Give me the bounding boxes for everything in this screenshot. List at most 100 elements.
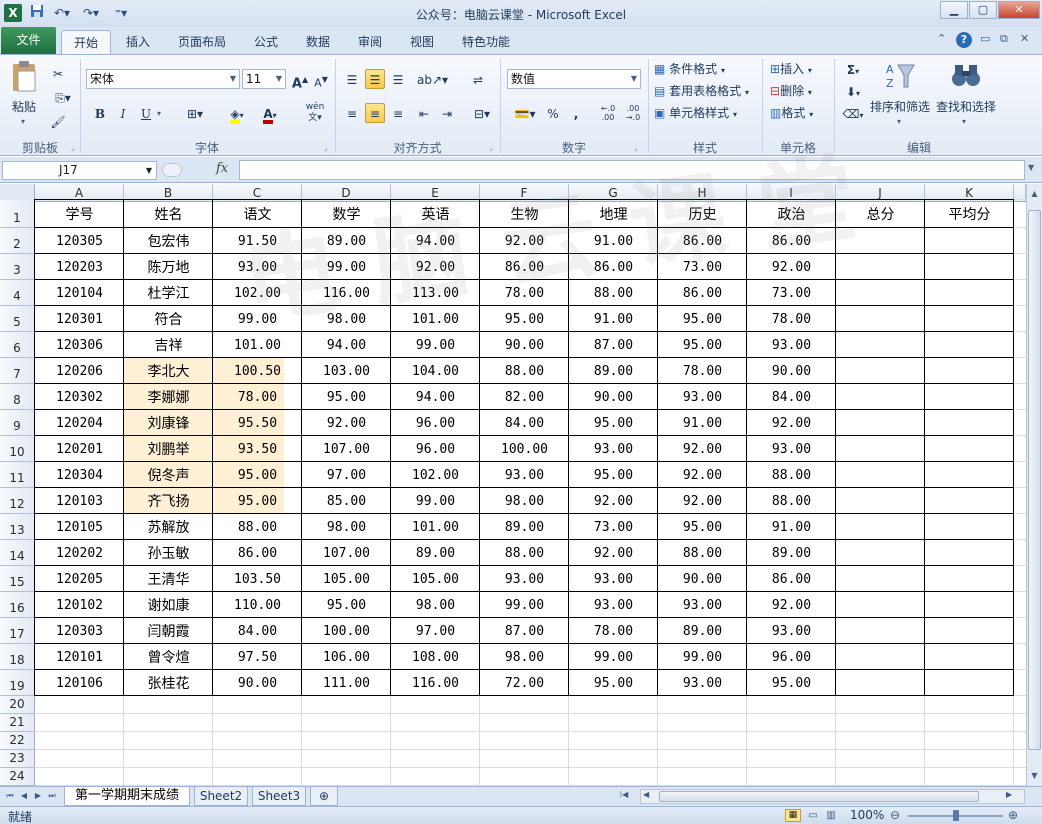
cell[interactable]: 88.00 bbox=[480, 358, 569, 384]
row-header[interactable]: 3 bbox=[0, 254, 35, 280]
expand-formula-bar-icon[interactable]: ▼ bbox=[1028, 163, 1034, 172]
align-center-icon[interactable]: ≡ bbox=[365, 103, 385, 123]
cell[interactable]: 孙玉敏 bbox=[124, 540, 213, 566]
cell[interactable]: 90.00 bbox=[658, 566, 747, 592]
cell[interactable]: 李北大 bbox=[124, 358, 213, 384]
zoom-in-icon[interactable]: ⊕ bbox=[1008, 808, 1018, 822]
cell[interactable]: 93.00 bbox=[747, 332, 836, 358]
formula-input[interactable] bbox=[239, 160, 1025, 180]
decrease-indent-icon[interactable]: ⇤ bbox=[414, 103, 434, 123]
decrease-decimal-button[interactable]: .00 →.0 bbox=[621, 103, 645, 123]
cell[interactable]: 地理 bbox=[569, 200, 658, 228]
cell[interactable]: 99.00 bbox=[391, 332, 480, 358]
cell[interactable]: 84.00 bbox=[747, 384, 836, 410]
cell[interactable]: 历史 bbox=[658, 200, 747, 228]
insert-sheet-icon[interactable]: ⊕ bbox=[310, 787, 338, 806]
vertical-scrollbar[interactable]: ▲ ▼ bbox=[1026, 184, 1042, 786]
cell[interactable]: 88.00 bbox=[213, 514, 302, 540]
cell[interactable]: 106.00 bbox=[302, 644, 391, 670]
cell[interactable]: 120206 bbox=[35, 358, 124, 384]
cell[interactable]: 73.00 bbox=[658, 254, 747, 280]
cell[interactable]: 95.00 bbox=[569, 462, 658, 488]
cell[interactable]: 闫朝霞 bbox=[124, 618, 213, 644]
cell[interactable]: 倪冬声 bbox=[124, 462, 213, 488]
cell[interactable]: 85.00 bbox=[302, 488, 391, 514]
cell[interactable]: 78.00 bbox=[747, 306, 836, 332]
collapse-ribbon-icon[interactable]: ⌃ bbox=[937, 32, 946, 45]
cell[interactable]: 93.00 bbox=[480, 462, 569, 488]
cell[interactable]: 苏解放 bbox=[124, 514, 213, 540]
cell[interactable]: 89.00 bbox=[658, 618, 747, 644]
find-select-icon[interactable] bbox=[948, 61, 984, 93]
cell[interactable]: 95.00 bbox=[480, 306, 569, 332]
cell[interactable]: 97.00 bbox=[391, 618, 480, 644]
row-header[interactable]: 24 bbox=[0, 768, 35, 786]
format-painter-icon[interactable]: 🖌 bbox=[48, 111, 68, 131]
cell[interactable]: 86.00 bbox=[747, 228, 836, 254]
cell[interactable]: 120105 bbox=[35, 514, 124, 540]
close-button[interactable]: ✕ bbox=[998, 1, 1040, 19]
cell[interactable]: 姓名 bbox=[124, 200, 213, 228]
cell[interactable]: 89.00 bbox=[569, 358, 658, 384]
row-header[interactable]: 7 bbox=[0, 358, 35, 384]
find-dropdown-icon[interactable]: ▾ bbox=[962, 117, 966, 126]
cell[interactable]: 100.50 bbox=[213, 358, 302, 384]
scroll-right-icon[interactable]: ▶ bbox=[1006, 790, 1012, 799]
cell[interactable]: 84.00 bbox=[213, 618, 302, 644]
align-bottom-icon[interactable]: ☰ bbox=[388, 69, 408, 89]
paste-button[interactable]: 粘贴 bbox=[12, 97, 36, 117]
scroll-up-icon[interactable]: ▲ bbox=[1027, 186, 1042, 202]
row-header[interactable]: 11 bbox=[0, 462, 35, 488]
cell[interactable]: 刘鹏举 bbox=[124, 436, 213, 462]
cell[interactable]: 88.00 bbox=[747, 488, 836, 514]
tab-page-layout[interactable]: 页面布局 bbox=[172, 30, 232, 54]
cell[interactable]: 86.00 bbox=[658, 228, 747, 254]
currency-icon[interactable]: 💳▾ bbox=[509, 103, 541, 123]
autosum-button[interactable]: Σ▾ bbox=[840, 59, 866, 79]
cell[interactable]: 120202 bbox=[35, 540, 124, 566]
cell[interactable]: 95.00 bbox=[747, 670, 836, 696]
cell[interactable]: 86.00 bbox=[213, 540, 302, 566]
fill-icon[interactable]: ⬇▾ bbox=[840, 81, 866, 101]
format-cells-button[interactable]: ▥格式 ▾ bbox=[770, 103, 813, 123]
cell[interactable]: 98.00 bbox=[480, 488, 569, 514]
font-launcher-icon[interactable]: ⌟ bbox=[324, 143, 328, 152]
page-layout-view-icon[interactable]: ▭ bbox=[805, 809, 821, 822]
help-icon[interactable]: ? bbox=[956, 32, 972, 48]
row-header[interactable]: 16 bbox=[0, 592, 35, 618]
cell[interactable]: 113.00 bbox=[391, 280, 480, 306]
cell[interactable]: 包宏伟 bbox=[124, 228, 213, 254]
cell[interactable]: 92.00 bbox=[480, 228, 569, 254]
cell[interactable]: 73.00 bbox=[569, 514, 658, 540]
cell[interactable]: 92.00 bbox=[658, 462, 747, 488]
orientation-icon[interactable]: ab↗▾ bbox=[416, 69, 448, 89]
cell[interactable]: 120304 bbox=[35, 462, 124, 488]
sheet-tab-3[interactable]: Sheet3 bbox=[252, 787, 306, 806]
ribbon-close-icon[interactable]: ✕ bbox=[1020, 32, 1029, 45]
align-top-icon[interactable]: ☰ bbox=[342, 69, 362, 89]
cell[interactable]: 张桂花 bbox=[124, 670, 213, 696]
cell[interactable]: 王清华 bbox=[124, 566, 213, 592]
font-color-icon[interactable]: A▾ bbox=[255, 103, 285, 124]
cell[interactable]: 99.00 bbox=[213, 306, 302, 332]
cell[interactable]: 92.00 bbox=[569, 488, 658, 514]
cell[interactable]: 98.00 bbox=[391, 592, 480, 618]
underline-button[interactable]: U bbox=[136, 103, 156, 123]
cell[interactable]: 103.50 bbox=[213, 566, 302, 592]
tab-special-features[interactable]: 特色功能 bbox=[455, 30, 517, 54]
comma-button[interactable]: , bbox=[566, 103, 586, 123]
cut-icon[interactable]: ✂ bbox=[48, 63, 68, 83]
cell[interactable]: 93.00 bbox=[480, 566, 569, 592]
cell[interactable]: 93.00 bbox=[658, 592, 747, 618]
cell[interactable]: 73.00 bbox=[747, 280, 836, 306]
cell[interactable]: 吉祥 bbox=[124, 332, 213, 358]
cell[interactable]: 120204 bbox=[35, 410, 124, 436]
insert-cells-button[interactable]: ⊞插入 ▾ bbox=[770, 59, 812, 79]
fill-color-icon[interactable]: ◈▾ bbox=[222, 103, 252, 124]
cell[interactable]: 93.00 bbox=[747, 618, 836, 644]
cell[interactable]: 120305 bbox=[35, 228, 124, 254]
cell[interactable]: 95.00 bbox=[569, 410, 658, 436]
row-header[interactable]: 12 bbox=[0, 488, 35, 514]
cell[interactable]: 120103 bbox=[35, 488, 124, 514]
horizontal-scrollbar[interactable]: ◀ ▶ bbox=[640, 789, 1025, 804]
